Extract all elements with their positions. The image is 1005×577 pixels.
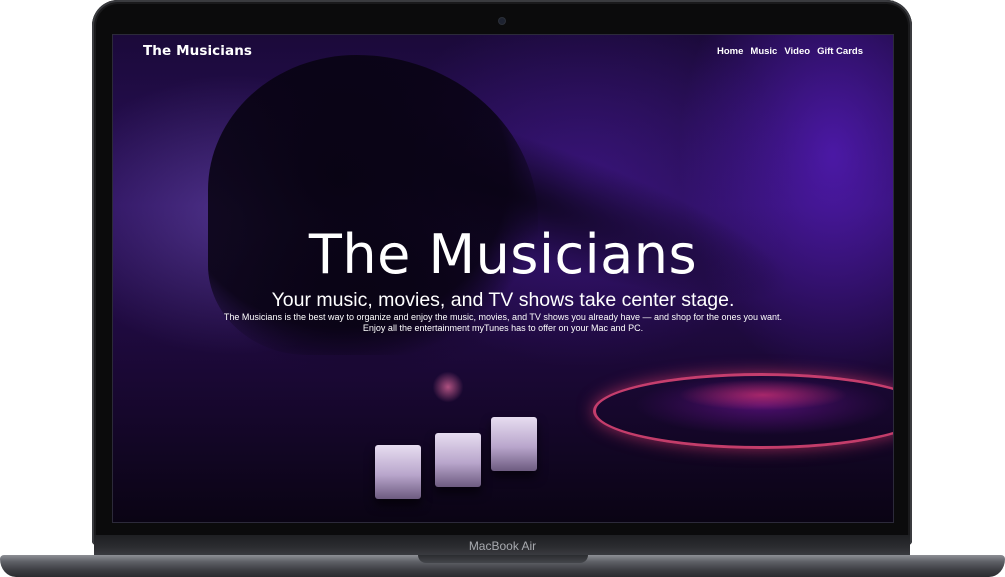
laptop-notch — [418, 555, 588, 563]
nav-link-video[interactable]: Video — [784, 46, 810, 57]
nav-link-home[interactable]: Home — [717, 46, 743, 57]
hero-title: The Musicians — [308, 223, 698, 286]
mixer-fader — [435, 433, 481, 487]
hero-description-line: Enjoy all the entertainment myTunes has … — [362, 323, 644, 333]
mixer-fader — [375, 445, 421, 499]
site-nav: Home Music Video Gift Cards — [717, 46, 863, 57]
hero-subtitle: Your music, movies, and TV shows take ce… — [271, 289, 735, 311]
laptop-mockup: The Musicians Home Music Video Gift Card… — [0, 0, 1005, 577]
nav-link-music[interactable]: Music — [750, 46, 777, 57]
nav-link-gift-cards[interactable]: Gift Cards — [817, 46, 863, 57]
camera-icon — [499, 18, 505, 24]
laptop-screen: The Musicians Home Music Video Gift Card… — [112, 34, 894, 523]
device-model-label: MacBook Air — [468, 539, 537, 553]
site-brand[interactable]: The Musicians — [143, 43, 252, 59]
hero-description-line: The Musicians is the best way to organiz… — [223, 312, 783, 322]
hero-description: The Musicians is the best way to organiz… — [113, 312, 893, 334]
mixer-fader — [491, 417, 537, 471]
